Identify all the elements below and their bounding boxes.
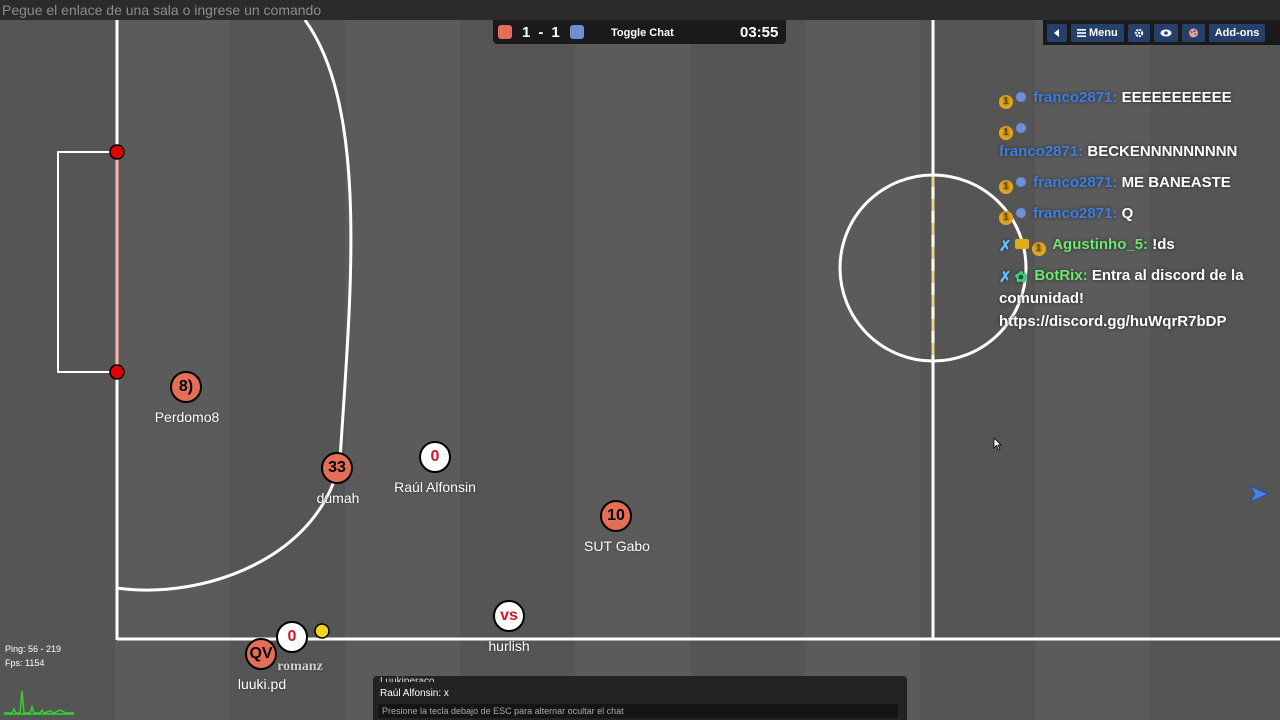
chat-author: franco2871: [1033,205,1118,222]
player-name: hurlish [488,638,530,654]
coin-icon: 1 [999,95,1013,109]
player-name: romanz [277,659,323,674]
player-disc: 33 [321,452,353,484]
blue-team-square [569,25,584,39]
player-disc: vs [493,600,525,632]
palette-icon [1188,28,1198,37]
chat-history-line: Luukiperaco [380,676,435,682]
coin-icon: 1 [999,126,1013,140]
chat-message: 1 franco2871: EEEEEEEEEEE [999,86,1274,109]
badge-icon [1016,208,1026,218]
arrow-right-icon[interactable] [1248,484,1270,504]
chat-text: Q [1121,205,1134,222]
chat-text: ME BANEASTE [1121,174,1231,191]
gear-icon [1134,28,1143,37]
badge-icon [1016,123,1026,133]
chat-author: Agustinho_5: [1052,236,1149,253]
sword-icon: ✗ [999,269,1012,286]
goal-post-bottom [109,364,125,380]
mouse-cursor-icon [993,437,1002,451]
score-separator: - [538,23,544,41]
eye-icon [1160,29,1172,36]
back-button[interactable] [1047,23,1067,42]
top-toolbar: Menu Add-ons [1043,20,1280,45]
chat-message: ✗ ✿ BotRix: Entra al discord de la comuni… [999,264,1274,333]
player-disc: QV [245,638,277,670]
chat-box: Luukiperaco Raúl Alfonsin: x [373,676,907,720]
bot-icon: ✿ [1014,269,1028,286]
chat-message: 1 franco2871: Q [999,202,1274,225]
chat-message: 1 franco2871: BECKENNNNNNNNN [999,117,1274,163]
ball [314,623,330,639]
player-disc: 0 [419,441,451,473]
addons-button[interactable]: Add-ons [1208,23,1266,42]
sword-icon: ✗ [999,238,1012,255]
player-name: SUT Gabo [584,538,650,554]
performance-stats: Ping: 56 - 219 Fps: 1154 [5,642,61,670]
goal-post-top [109,144,125,160]
chat-author: franco2871: [1033,89,1118,106]
view-button[interactable] [1153,23,1178,42]
red-team-square [498,25,512,39]
coin-icon: 1 [999,211,1013,225]
player-name: Raúl Alfonsin [394,479,476,495]
menu-label: Menu [1089,26,1118,39]
chat-author: franco2871: [1033,174,1118,191]
chat-message: ✗ 1 Agustinho_5: !ds [999,233,1274,256]
red-score: 1 [522,23,531,41]
room-command-input[interactable] [0,0,1280,20]
player-disc: 10 [600,500,632,532]
menu-button[interactable]: Menu [1071,23,1124,42]
player-name: dumah [316,490,360,506]
blue-score: 1 [551,23,560,41]
badge-icon [1016,177,1026,187]
triangle-left-icon [1054,28,1059,37]
chat-overlay: 1 franco2871: EEEEEEEEEEE 1 franco2871: … [999,86,1274,341]
hamburger-icon [1077,28,1086,37]
fps-graph [4,690,74,715]
fps-readout: Fps: 1154 [5,658,45,668]
toggle-chat-button[interactable]: Toggle Chat [611,27,674,39]
chat-text: BECKENNNNNNNNN [1087,143,1238,160]
chat-input[interactable] [378,704,898,718]
match-timer: 03:55 [740,24,779,41]
chat-text: !ds [1152,236,1175,253]
badge-icon [1016,92,1026,102]
chat-text: EEEEEEEEEEE [1121,89,1232,106]
settings-button[interactable] [1127,23,1150,42]
crown-icon [1014,239,1029,249]
player-name: luuki.pd [237,676,287,692]
player-disc: 0 [276,621,308,653]
coin-icon: 1 [1031,242,1046,256]
chat-message: 1 franco2871: ME BANEASTE [999,171,1274,194]
coin-icon: 1 [999,180,1013,194]
chat-author: BotRix: [1034,267,1088,284]
player-name: Perdomo8 [154,409,220,425]
chat-history-line: Raúl Alfonsin: x [380,688,449,699]
palette-button[interactable] [1181,23,1205,42]
ping-readout: Ping: 56 - 219 [5,644,62,654]
player-disc: 8) [170,371,202,403]
chat-author: franco2871: [999,143,1084,160]
